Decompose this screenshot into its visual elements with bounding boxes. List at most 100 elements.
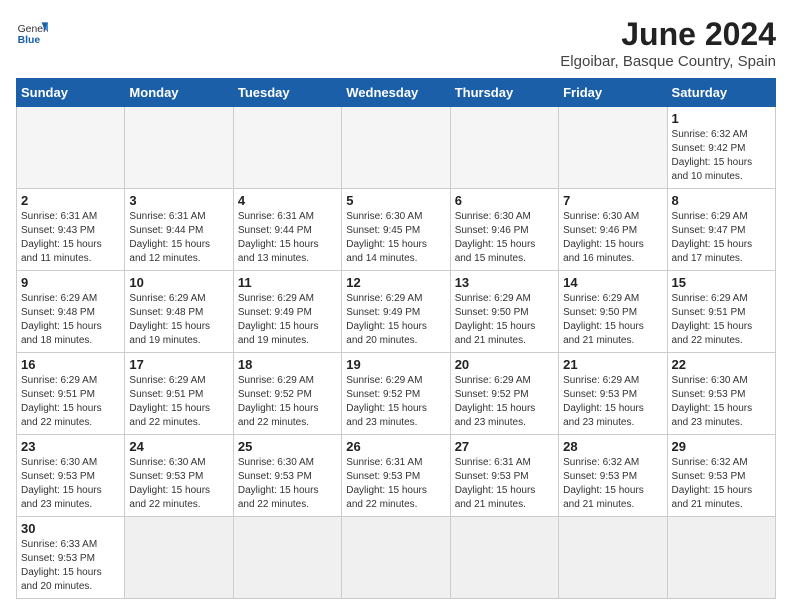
day-number: 13 — [455, 275, 554, 290]
calendar-day-cell: 4Sunrise: 6:31 AM Sunset: 9:44 PM Daylig… — [233, 189, 341, 271]
day-info: Sunrise: 6:31 AM Sunset: 9:53 PM Dayligh… — [455, 456, 554, 512]
calendar-day-cell — [233, 517, 341, 599]
day-number: 17 — [129, 357, 228, 372]
calendar-day-cell: 12Sunrise: 6:29 AM Sunset: 9:49 PM Dayli… — [342, 271, 450, 353]
day-info: Sunrise: 6:32 AM Sunset: 9:42 PM Dayligh… — [672, 128, 771, 184]
calendar-day-cell — [342, 107, 450, 189]
weekday-header-sunday: Sunday — [17, 79, 125, 107]
calendar-day-cell: 18 Sunrise: 6:29 AM Sunset: 9:52 PM Dayli… — [233, 353, 341, 435]
day-info: Sunrise: 6:31 AM Sunset: 9:43 PM Dayligh… — [21, 210, 120, 266]
day-number: 25 — [238, 439, 337, 454]
day-info: Sunrise: 6:29 AM Sunset: 9:49 PM Dayligh… — [346, 292, 445, 348]
calendar-day-cell — [342, 517, 450, 599]
calendar-day-cell: 14Sunrise: 6:29 AM Sunset: 9:50 PM Dayli… — [559, 271, 667, 353]
calendar-day-cell: 1 Sunrise: 6:32 AM Sunset: 9:42 PM Daylig… — [667, 107, 775, 189]
day-number: 30 — [21, 521, 120, 536]
day-info: Sunrise: 6:30 AM Sunset: 9:45 PM Dayligh… — [346, 210, 445, 266]
calendar-day-cell: 6Sunrise: 6:30 AM Sunset: 9:46 PM Daylig… — [450, 189, 558, 271]
calendar-day-cell — [125, 107, 233, 189]
day-info: Sunrise: 6:32 AM Sunset: 9:53 PM Dayligh… — [672, 456, 771, 512]
weekday-header-monday: Monday — [125, 79, 233, 107]
calendar-day-cell: 23 Sunrise: 6:30 AM Sunset: 9:53 PM Dayli… — [17, 435, 125, 517]
day-info: Sunrise: 6:29 AM Sunset: 9:50 PM Dayligh… — [455, 292, 554, 348]
day-number: 11 — [238, 275, 337, 290]
day-number: 29 — [672, 439, 771, 454]
day-info: Sunrise: 6:29 AM Sunset: 9:51 PM Dayligh… — [129, 374, 228, 430]
calendar-day-cell: 16 Sunrise: 6:29 AM Sunset: 9:51 PM Dayli… — [17, 353, 125, 435]
day-number: 26 — [346, 439, 445, 454]
calendar-day-cell: 28 Sunrise: 6:32 AM Sunset: 9:53 PM Dayli… — [559, 435, 667, 517]
logo-icon: General Blue — [16, 16, 48, 48]
day-number: 10 — [129, 275, 228, 290]
weekday-header-saturday: Saturday — [667, 79, 775, 107]
day-number: 7 — [563, 193, 662, 208]
day-info: Sunrise: 6:29 AM Sunset: 9:50 PM Dayligh… — [563, 292, 662, 348]
day-number: 23 — [21, 439, 120, 454]
calendar-day-cell: 21 Sunrise: 6:29 AM Sunset: 9:53 PM Dayli… — [559, 353, 667, 435]
day-number: 21 — [563, 357, 662, 372]
page-header: General Blue General Blue June 2024 Elgo… — [16, 16, 776, 70]
calendar-day-cell — [233, 107, 341, 189]
day-number: 8 — [672, 193, 771, 208]
day-info: Sunrise: 6:30 AM Sunset: 9:46 PM Dayligh… — [563, 210, 662, 266]
day-info: Sunrise: 6:29 AM Sunset: 9:53 PM Dayligh… — [563, 374, 662, 430]
day-number: 6 — [455, 193, 554, 208]
calendar-day-cell: 19Sunrise: 6:29 AM Sunset: 9:52 PM Dayli… — [342, 353, 450, 435]
calendar-day-cell: 2 Sunrise: 6:31 AM Sunset: 9:43 PM Daylig… — [17, 189, 125, 271]
day-number: 2 — [21, 193, 120, 208]
weekday-header-row: SundayMondayTuesdayWednesdayThursdayFrid… — [17, 79, 776, 107]
calendar-week-row: 23 Sunrise: 6:30 AM Sunset: 9:53 PM Dayli… — [17, 435, 776, 517]
day-number: 16 — [21, 357, 120, 372]
day-info: Sunrise: 6:30 AM Sunset: 9:53 PM Dayligh… — [21, 456, 120, 512]
weekday-header-thursday: Thursday — [450, 79, 558, 107]
day-info: Sunrise: 6:29 AM Sunset: 9:52 PM Dayligh… — [346, 374, 445, 430]
day-info: Sunrise: 6:31 AM Sunset: 9:44 PM Dayligh… — [238, 210, 337, 266]
day-number: 28 — [563, 439, 662, 454]
day-info: Sunrise: 6:32 AM Sunset: 9:53 PM Dayligh… — [563, 456, 662, 512]
day-info: Sunrise: 6:30 AM Sunset: 9:53 PM Dayligh… — [129, 456, 228, 512]
day-number: 20 — [455, 357, 554, 372]
day-number: 3 — [129, 193, 228, 208]
day-info: Sunrise: 6:29 AM Sunset: 9:52 PM Dayligh… — [238, 374, 337, 430]
calendar-week-row: 2 Sunrise: 6:31 AM Sunset: 9:43 PM Daylig… — [17, 189, 776, 271]
calendar-day-cell: 27Sunrise: 6:31 AM Sunset: 9:53 PM Dayli… — [450, 435, 558, 517]
calendar-day-cell: 7 Sunrise: 6:30 AM Sunset: 9:46 PM Daylig… — [559, 189, 667, 271]
calendar-day-cell: 24 Sunrise: 6:30 AM Sunset: 9:53 PM Dayli… — [125, 435, 233, 517]
calendar-day-cell: 26 Sunrise: 6:31 AM Sunset: 9:53 PM Dayli… — [342, 435, 450, 517]
calendar-week-row: 9Sunrise: 6:29 AM Sunset: 9:48 PM Daylig… — [17, 271, 776, 353]
day-number: 22 — [672, 357, 771, 372]
calendar-week-row: 30Sunrise: 6:33 AM Sunset: 9:53 PM Dayli… — [17, 517, 776, 599]
day-info: Sunrise: 6:31 AM Sunset: 9:44 PM Dayligh… — [129, 210, 228, 266]
day-number: 1 — [672, 111, 771, 126]
calendar-week-row: 16 Sunrise: 6:29 AM Sunset: 9:51 PM Dayli… — [17, 353, 776, 435]
logo: General Blue General Blue — [16, 16, 48, 48]
day-number: 5 — [346, 193, 445, 208]
day-info: Sunrise: 6:30 AM Sunset: 9:53 PM Dayligh… — [238, 456, 337, 512]
weekday-header-friday: Friday — [559, 79, 667, 107]
calendar-day-cell: 20Sunrise: 6:29 AM Sunset: 9:52 PM Dayli… — [450, 353, 558, 435]
day-number: 15 — [672, 275, 771, 290]
calendar-day-cell — [125, 517, 233, 599]
calendar-day-cell — [450, 107, 558, 189]
calendar-day-cell: 17 Sunrise: 6:29 AM Sunset: 9:51 PM Dayli… — [125, 353, 233, 435]
calendar-table: SundayMondayTuesdayWednesdayThursdayFrid… — [16, 78, 776, 599]
day-number: 9 — [21, 275, 120, 290]
calendar-day-cell: 13 Sunrise: 6:29 AM Sunset: 9:50 PM Dayli… — [450, 271, 558, 353]
day-info: Sunrise: 6:29 AM Sunset: 9:51 PM Dayligh… — [21, 374, 120, 430]
calendar-day-cell: 10Sunrise: 6:29 AM Sunset: 9:48 PM Dayli… — [125, 271, 233, 353]
location-subtitle: Elgoibar, Basque Country, Spain — [560, 53, 776, 70]
calendar-day-cell — [559, 107, 667, 189]
day-info: Sunrise: 6:31 AM Sunset: 9:53 PM Dayligh… — [346, 456, 445, 512]
day-info: Sunrise: 6:29 AM Sunset: 9:49 PM Dayligh… — [238, 292, 337, 348]
calendar-day-cell — [17, 107, 125, 189]
calendar-day-cell: 22 Sunrise: 6:30 AM Sunset: 9:53 PM Dayli… — [667, 353, 775, 435]
day-info: Sunrise: 6:30 AM Sunset: 9:53 PM Dayligh… — [672, 374, 771, 430]
calendar-day-cell: 3 Sunrise: 6:31 AM Sunset: 9:44 PM Daylig… — [125, 189, 233, 271]
day-number: 18 — [238, 357, 337, 372]
day-number: 24 — [129, 439, 228, 454]
weekday-header-tuesday: Tuesday — [233, 79, 341, 107]
calendar-week-row: 1 Sunrise: 6:32 AM Sunset: 9:42 PM Daylig… — [17, 107, 776, 189]
calendar-day-cell — [450, 517, 558, 599]
title-block: June 2024 Elgoibar, Basque Country, Spai… — [560, 16, 776, 70]
calendar-day-cell: 25 Sunrise: 6:30 AM Sunset: 9:53 PM Dayli… — [233, 435, 341, 517]
